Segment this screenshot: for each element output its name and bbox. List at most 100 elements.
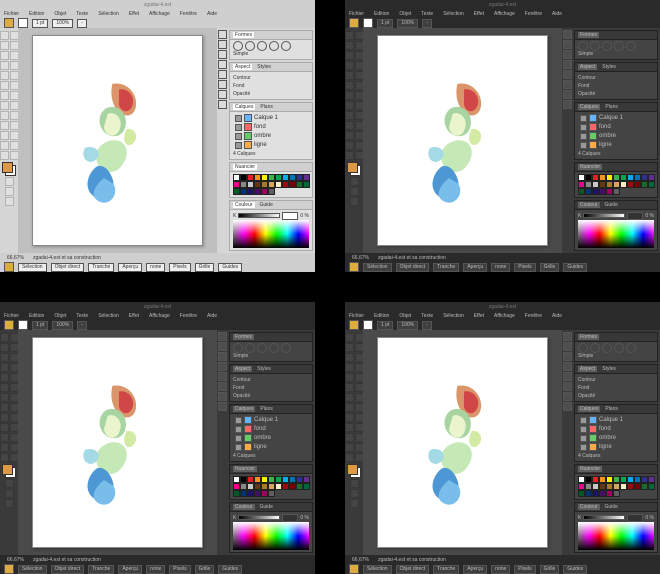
warp-tool[interactable]	[0, 403, 9, 412]
color-slider[interactable]	[583, 213, 625, 218]
appearance-tab[interactable]: Aspect	[233, 64, 252, 70]
eyedropper-tool[interactable]	[0, 131, 9, 140]
menu-item[interactable]: Edition	[374, 313, 389, 319]
fill-stroke-control[interactable]	[347, 162, 361, 176]
layer-row[interactable]: ombre	[233, 434, 309, 442]
swatch[interactable]	[599, 188, 606, 195]
menu-item[interactable]: Affichage	[149, 313, 170, 319]
menu-item[interactable]: Fenêtre	[180, 11, 197, 17]
bottom-option[interactable]: Guides	[563, 565, 587, 574]
menu-item[interactable]: Effet	[474, 11, 484, 17]
control-style[interactable]: -	[77, 321, 87, 330]
canvas-area[interactable]	[18, 330, 217, 555]
swatch[interactable]	[627, 181, 634, 188]
canvas-area[interactable]	[18, 28, 217, 253]
menu-item[interactable]: Fichier	[349, 313, 364, 319]
brushes-tab[interactable]: Formes	[233, 334, 254, 340]
visibility-toggle[interactable]	[235, 133, 242, 140]
magic-wand-tool[interactable]	[0, 41, 9, 50]
menu-item[interactable]: Objet	[399, 11, 411, 17]
swatches-tab[interactable]: Nuancier	[578, 164, 602, 170]
layers-tab[interactable]: Plans	[603, 406, 620, 412]
mode-button[interactable]	[350, 177, 359, 186]
mode-button[interactable]	[350, 489, 359, 498]
pen-tool[interactable]	[345, 51, 354, 60]
swatch[interactable]	[578, 483, 585, 490]
eyedropper-tool[interactable]	[0, 433, 9, 442]
swatch[interactable]	[634, 476, 641, 483]
bottom-option[interactable]: Sélection	[363, 263, 392, 272]
color-value-input[interactable]	[282, 514, 298, 522]
zoom-level[interactable]: 66,67%	[4, 557, 27, 563]
layer-row[interactable]: ombre	[578, 132, 654, 140]
layer-name[interactable]: Calque 1	[254, 115, 278, 121]
swatch[interactable]	[240, 476, 247, 483]
layer-row[interactable]: fond	[578, 123, 654, 131]
color-tab[interactable]: Couleur	[233, 202, 255, 208]
swatch[interactable]	[254, 483, 261, 490]
menu-item[interactable]: Aide	[552, 11, 562, 17]
symbol-spray-tool[interactable]	[0, 413, 9, 422]
bottom-option[interactable]: Sélection	[18, 263, 47, 272]
layer-name[interactable]: ombre	[254, 435, 271, 441]
brush-tool[interactable]	[0, 373, 9, 382]
swatch[interactable]	[268, 181, 275, 188]
layers-tab[interactable]: Calques	[233, 406, 255, 412]
blob-tool[interactable]	[0, 81, 9, 90]
layer-name[interactable]: Calque 1	[254, 417, 278, 423]
artboard[interactable]	[32, 35, 202, 245]
color-tab[interactable]: Guide	[258, 202, 275, 208]
appearance-item[interactable]: Contour	[578, 74, 654, 81]
bottom-option[interactable]: none	[146, 565, 165, 574]
fill-well[interactable]	[4, 320, 14, 330]
bottom-option[interactable]: Tranche	[433, 565, 459, 574]
bottom-option[interactable]: Objet direct	[396, 263, 430, 272]
blob-tool[interactable]	[345, 81, 354, 90]
swatch[interactable]	[303, 181, 310, 188]
mode-button[interactable]	[5, 177, 14, 186]
dock-icon[interactable]	[563, 40, 572, 49]
swatch[interactable]	[296, 174, 303, 181]
swatch[interactable]	[268, 483, 275, 490]
visibility-toggle[interactable]	[235, 426, 242, 433]
brushes-tab[interactable]: Formes	[233, 32, 254, 38]
dock-icon[interactable]	[218, 392, 227, 401]
layer-name[interactable]: Calque 1	[599, 417, 623, 423]
visibility-toggle[interactable]	[235, 124, 242, 131]
swatches-tab[interactable]: Nuancier	[233, 164, 257, 170]
dock-icon[interactable]	[563, 402, 572, 411]
dock-icon[interactable]	[218, 80, 227, 89]
mode-button[interactable]	[5, 197, 14, 206]
brush-preset[interactable]	[602, 41, 612, 51]
swatch[interactable]	[247, 490, 254, 497]
swatch[interactable]	[585, 174, 592, 181]
mode-button[interactable]	[350, 197, 359, 206]
artboard[interactable]	[32, 337, 202, 547]
fill-well[interactable]	[4, 18, 14, 28]
brush-preset[interactable]	[269, 41, 279, 51]
hand-tool[interactable]	[0, 453, 9, 462]
brush-preset[interactable]	[257, 343, 267, 353]
bottom-option[interactable]: Tranche	[88, 565, 114, 574]
bottom-option[interactable]: Grille	[195, 263, 215, 272]
canvas-area[interactable]	[363, 28, 562, 253]
swatch[interactable]	[613, 188, 620, 195]
mesh-tool[interactable]	[0, 423, 9, 432]
appearance-tab[interactable]: Aspect	[578, 366, 597, 372]
warp-tool[interactable]	[345, 101, 354, 110]
swatch[interactable]	[289, 174, 296, 181]
swatch[interactable]	[613, 490, 620, 497]
appearance-tab[interactable]: Styles	[255, 64, 273, 70]
brush-row[interactable]	[578, 42, 654, 49]
swatch[interactable]	[233, 174, 240, 181]
swatch[interactable]	[592, 188, 599, 195]
layer-name[interactable]: ligne	[254, 444, 267, 450]
swatch[interactable]	[254, 476, 261, 483]
warp-tool[interactable]	[345, 403, 354, 412]
appearance-tab[interactable]: Aspect	[578, 64, 597, 70]
bottom-option[interactable]: Guides	[563, 263, 587, 272]
zoom-level[interactable]: 66,67%	[349, 255, 372, 261]
menu-item[interactable]: Effet	[474, 313, 484, 319]
artwork-dragon[interactable]	[70, 61, 164, 224]
hand-tool[interactable]	[0, 151, 9, 160]
